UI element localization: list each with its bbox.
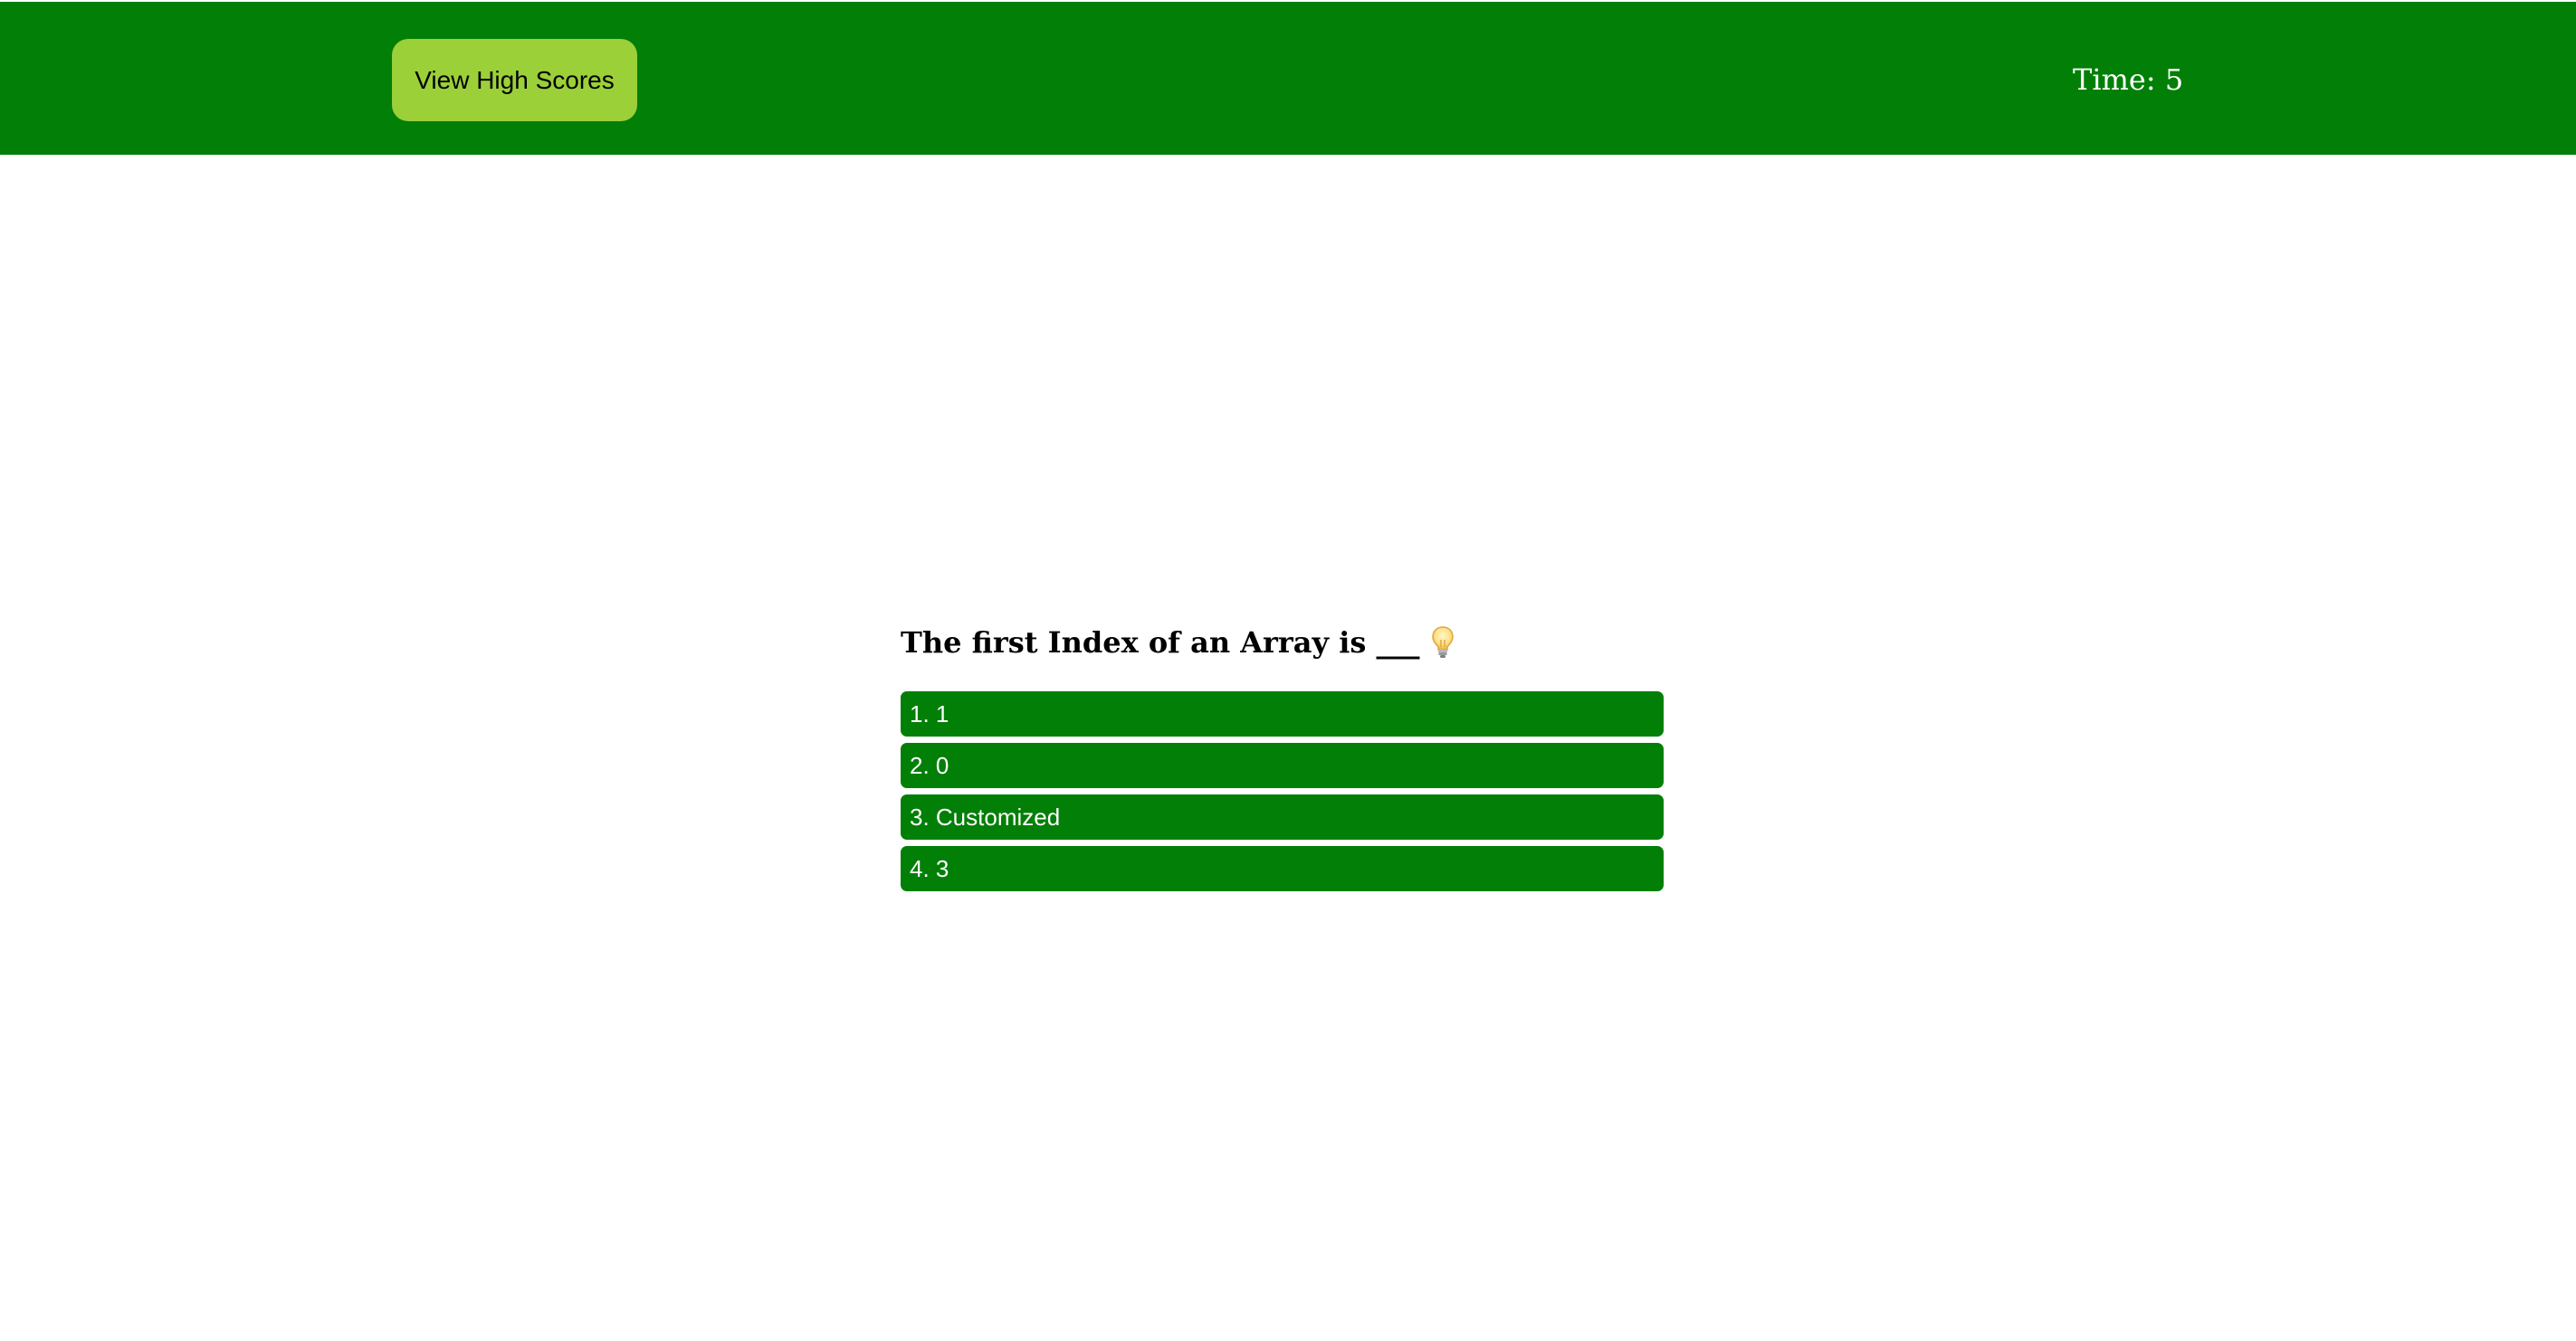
view-high-scores-button[interactable]: View High Scores bbox=[392, 39, 637, 121]
question-heading: The first Index of an Array is ___ bbox=[901, 615, 1664, 670]
answer-choices: 1. 1 2. 0 3. Customized 4. 3 bbox=[901, 691, 1664, 891]
answer-button-2[interactable]: 2. 0 bbox=[901, 743, 1664, 788]
answer-button-4[interactable]: 4. 3 bbox=[901, 846, 1664, 891]
top-bar: View High Scores Time: 5 bbox=[0, 2, 2576, 155]
lightbulb-icon bbox=[1431, 625, 1455, 660]
quiz-card: The first Index of an Array is ___ 1. 1 bbox=[901, 615, 1664, 891]
timer-display: Time: 5 bbox=[2073, 62, 2184, 97]
answer-button-3[interactable]: 3. Customized bbox=[901, 794, 1664, 840]
question-text: The first Index of an Array is ___ bbox=[901, 625, 1420, 660]
answer-button-1[interactable]: 1. 1 bbox=[901, 691, 1664, 737]
